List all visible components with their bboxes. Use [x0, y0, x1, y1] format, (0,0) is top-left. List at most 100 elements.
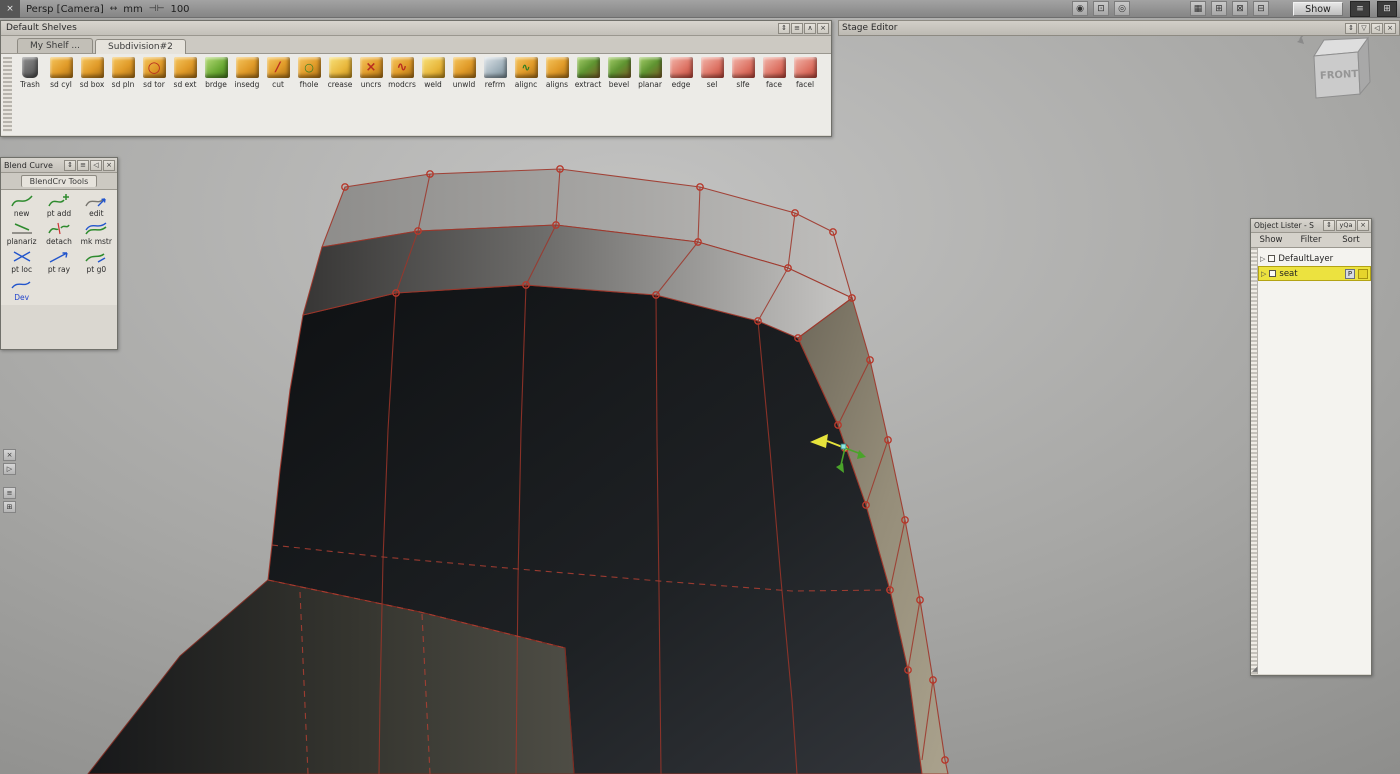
tab-blendcrv-tools[interactable]: BlendCrv Tools	[21, 175, 98, 187]
bc-tool-pt-add[interactable]: pt add	[40, 193, 77, 218]
tab-subdivision[interactable]: Subdivision#2	[95, 39, 186, 54]
lister-menu-sort[interactable]: Sort	[1331, 235, 1371, 245]
mini-grid-icon[interactable]: ⊞	[3, 501, 16, 513]
seat-pick-badge[interactable]: P	[1345, 269, 1355, 279]
shelf-tool-modcrs[interactable]: ∿modcrs	[387, 57, 417, 132]
bc-tool-detach[interactable]: detach	[40, 221, 77, 246]
shelf-tool-slfe[interactable]: slfe	[728, 57, 758, 132]
shelf-tool-sd-cyl[interactable]: sd cyl	[46, 57, 76, 132]
seat-checkbox[interactable]	[1269, 270, 1276, 277]
shelf-tool-facel[interactable]: facel	[790, 57, 820, 132]
shelves-close-icon[interactable]: ×	[817, 23, 829, 34]
lister-filter-hint[interactable]: yQa	[1336, 220, 1356, 231]
stage-close-icon[interactable]: ×	[1384, 23, 1396, 34]
lister-row-defaultlayer[interactable]: ▷ DefaultLayer	[1258, 251, 1371, 266]
shelf-tool-brdge[interactable]: brdge	[201, 57, 231, 132]
shelf-tool-sel[interactable]: sel	[697, 57, 727, 132]
align-surface-icon	[546, 57, 569, 78]
stage-editor-bar[interactable]: Stage Editor ⇕ ▽ ◁ ×	[838, 20, 1400, 36]
object-lister-body: ▷ DefaultLayer ▷ seat P ◢	[1251, 248, 1371, 674]
show-button[interactable]: Show	[1293, 2, 1343, 16]
viewcube-front-label: FRONT	[1320, 69, 1359, 82]
shelf-tool-bevel[interactable]: bevel	[604, 57, 634, 132]
blend-close-icon[interactable]: ×	[103, 160, 115, 171]
shelves-dock-icon[interactable]: ⇕	[778, 23, 790, 34]
layout-dark-button[interactable]: ⊞	[1377, 1, 1397, 17]
lister-menu-filter[interactable]: Filter	[1291, 235, 1331, 245]
bc-tool-pt-ray[interactable]: pt ray	[40, 249, 77, 274]
shelves-title-bar[interactable]: Default Shelves ⇕ ≡ ∧ ×	[1, 21, 831, 36]
shelf-tool-crease[interactable]: crease	[325, 57, 355, 132]
shelf-tool-insedg[interactable]: insedg	[232, 57, 262, 132]
stage-dock-icon[interactable]: ⇕	[1345, 23, 1357, 34]
lister-resize-handle[interactable]: ◢	[1252, 665, 1257, 673]
blend-curve-title-bar[interactable]: Blend Curve ⇕ ≡ ◁ ×	[1, 158, 117, 173]
blend-left-icon[interactable]: ◁	[90, 160, 102, 171]
shelf-tool-planar[interactable]: planar	[635, 57, 665, 132]
shelf-tool-face[interactable]: face	[759, 57, 789, 132]
stage-left-icon[interactable]: ◁	[1371, 23, 1383, 34]
lister-close-icon[interactable]: ×	[1357, 220, 1369, 231]
zoom-box-icon[interactable]: ⊡	[1093, 1, 1109, 16]
blend-menu-icon[interactable]: ≡	[77, 160, 89, 171]
bc-tool-edit[interactable]: edit	[78, 193, 115, 218]
shelf-tool-sd-ext[interactable]: sd ext	[170, 57, 200, 132]
mini-list-icon[interactable]: ≡	[3, 487, 16, 499]
object-lister-title-bar[interactable]: Object Lister - S ⇕ yQa ×	[1251, 219, 1371, 233]
menu-dark-button[interactable]: ≡	[1350, 1, 1370, 17]
shelves-menu-icon[interactable]: ≡	[791, 23, 803, 34]
shelf-tool-refrm[interactable]: refrm	[480, 57, 510, 132]
bridge-icon	[205, 57, 228, 78]
mini-play-icon[interactable]: ▷	[3, 463, 16, 475]
seat-color-badge[interactable]	[1358, 269, 1368, 279]
extract-icon	[577, 57, 600, 78]
display-tools-group: ▦ ⊞ ⊠ ⊟	[1190, 1, 1269, 17]
left-mini-controls: × ▷ ≡ ⊞	[3, 449, 16, 513]
shelf-tool-unwld[interactable]: unwld	[449, 57, 479, 132]
shelves-collapse-icon[interactable]: ∧	[804, 23, 816, 34]
shelf-tool-extract[interactable]: extract	[573, 57, 603, 132]
shelf-tool-sd-pln[interactable]: sd pln	[108, 57, 138, 132]
tab-my-shelf[interactable]: My Shelf ...	[17, 38, 93, 53]
shelf-tool-sd-tor[interactable]: ○sd tor	[139, 57, 169, 132]
expand-arrow-icon[interactable]: ▷	[1261, 270, 1266, 278]
bc-tool-planariz[interactable]: planariz	[3, 221, 40, 246]
stage-expand-icon[interactable]: ▽	[1358, 23, 1370, 34]
mini-close-icon[interactable]: ×	[3, 449, 16, 461]
bc-tool-dev[interactable]: Dev	[3, 277, 40, 302]
shelf-tool-cut[interactable]: ∕cut	[263, 57, 293, 132]
bc-tool-mk-mstr[interactable]: mk mstr	[78, 221, 115, 246]
lister-menu-show[interactable]: Show	[1251, 235, 1291, 245]
shelf-tool-alignc[interactable]: ∿alignc	[511, 57, 541, 132]
viewcube[interactable]: FRONT	[1296, 26, 1386, 116]
fullscreen-icon[interactable]: ⊠	[1232, 1, 1248, 16]
panel-layout-icon[interactable]: ⊞	[1211, 1, 1227, 16]
shelf-tool-trash[interactable]: Trash	[15, 57, 45, 132]
expand-arrow-icon[interactable]: ▷	[1260, 255, 1265, 263]
lister-row-seat[interactable]: ▷ seat P	[1258, 266, 1371, 281]
defaultlayer-checkbox[interactable]	[1268, 255, 1275, 262]
viewcube-faces[interactable]	[1314, 38, 1370, 98]
trash-icon	[22, 57, 38, 78]
dev-icon	[10, 277, 34, 293]
viewport-close-icon[interactable]: ×	[0, 0, 20, 18]
blend-curve-tools: new pt add edit planariz detach mk mstr	[1, 190, 117, 305]
bc-tool-pt-g0[interactable]: pt g0	[78, 249, 115, 274]
orbit-view-icon[interactable]: ◉	[1072, 1, 1088, 16]
shelf-tool-sd-box[interactable]: sd box	[77, 57, 107, 132]
shelf-tool-edge[interactable]: edge	[666, 57, 696, 132]
shelf-tool-uncrs[interactable]: ×uncrs	[356, 57, 386, 132]
sd-torus-icon: ○	[143, 57, 166, 78]
magnifier-icon[interactable]: ◎	[1114, 1, 1130, 16]
bc-tool-pt-loc[interactable]: pt loc	[3, 249, 40, 274]
grid-display-icon[interactable]: ▦	[1190, 1, 1206, 16]
shelf-tool-aligns[interactable]: aligns	[542, 57, 572, 132]
minimize-panel-icon[interactable]: ⊟	[1253, 1, 1269, 16]
bc-tool-new[interactable]: new	[3, 193, 40, 218]
shelf-tool-fhole[interactable]: ○fhole	[294, 57, 324, 132]
blend-dock-icon[interactable]: ⇕	[64, 160, 76, 171]
shelf-tool-weld[interactable]: weld	[418, 57, 448, 132]
lister-dock-icon[interactable]: ⇕	[1323, 220, 1335, 231]
shelf-drag-grip[interactable]	[3, 57, 12, 132]
lister-drag-grip[interactable]	[1251, 248, 1258, 674]
